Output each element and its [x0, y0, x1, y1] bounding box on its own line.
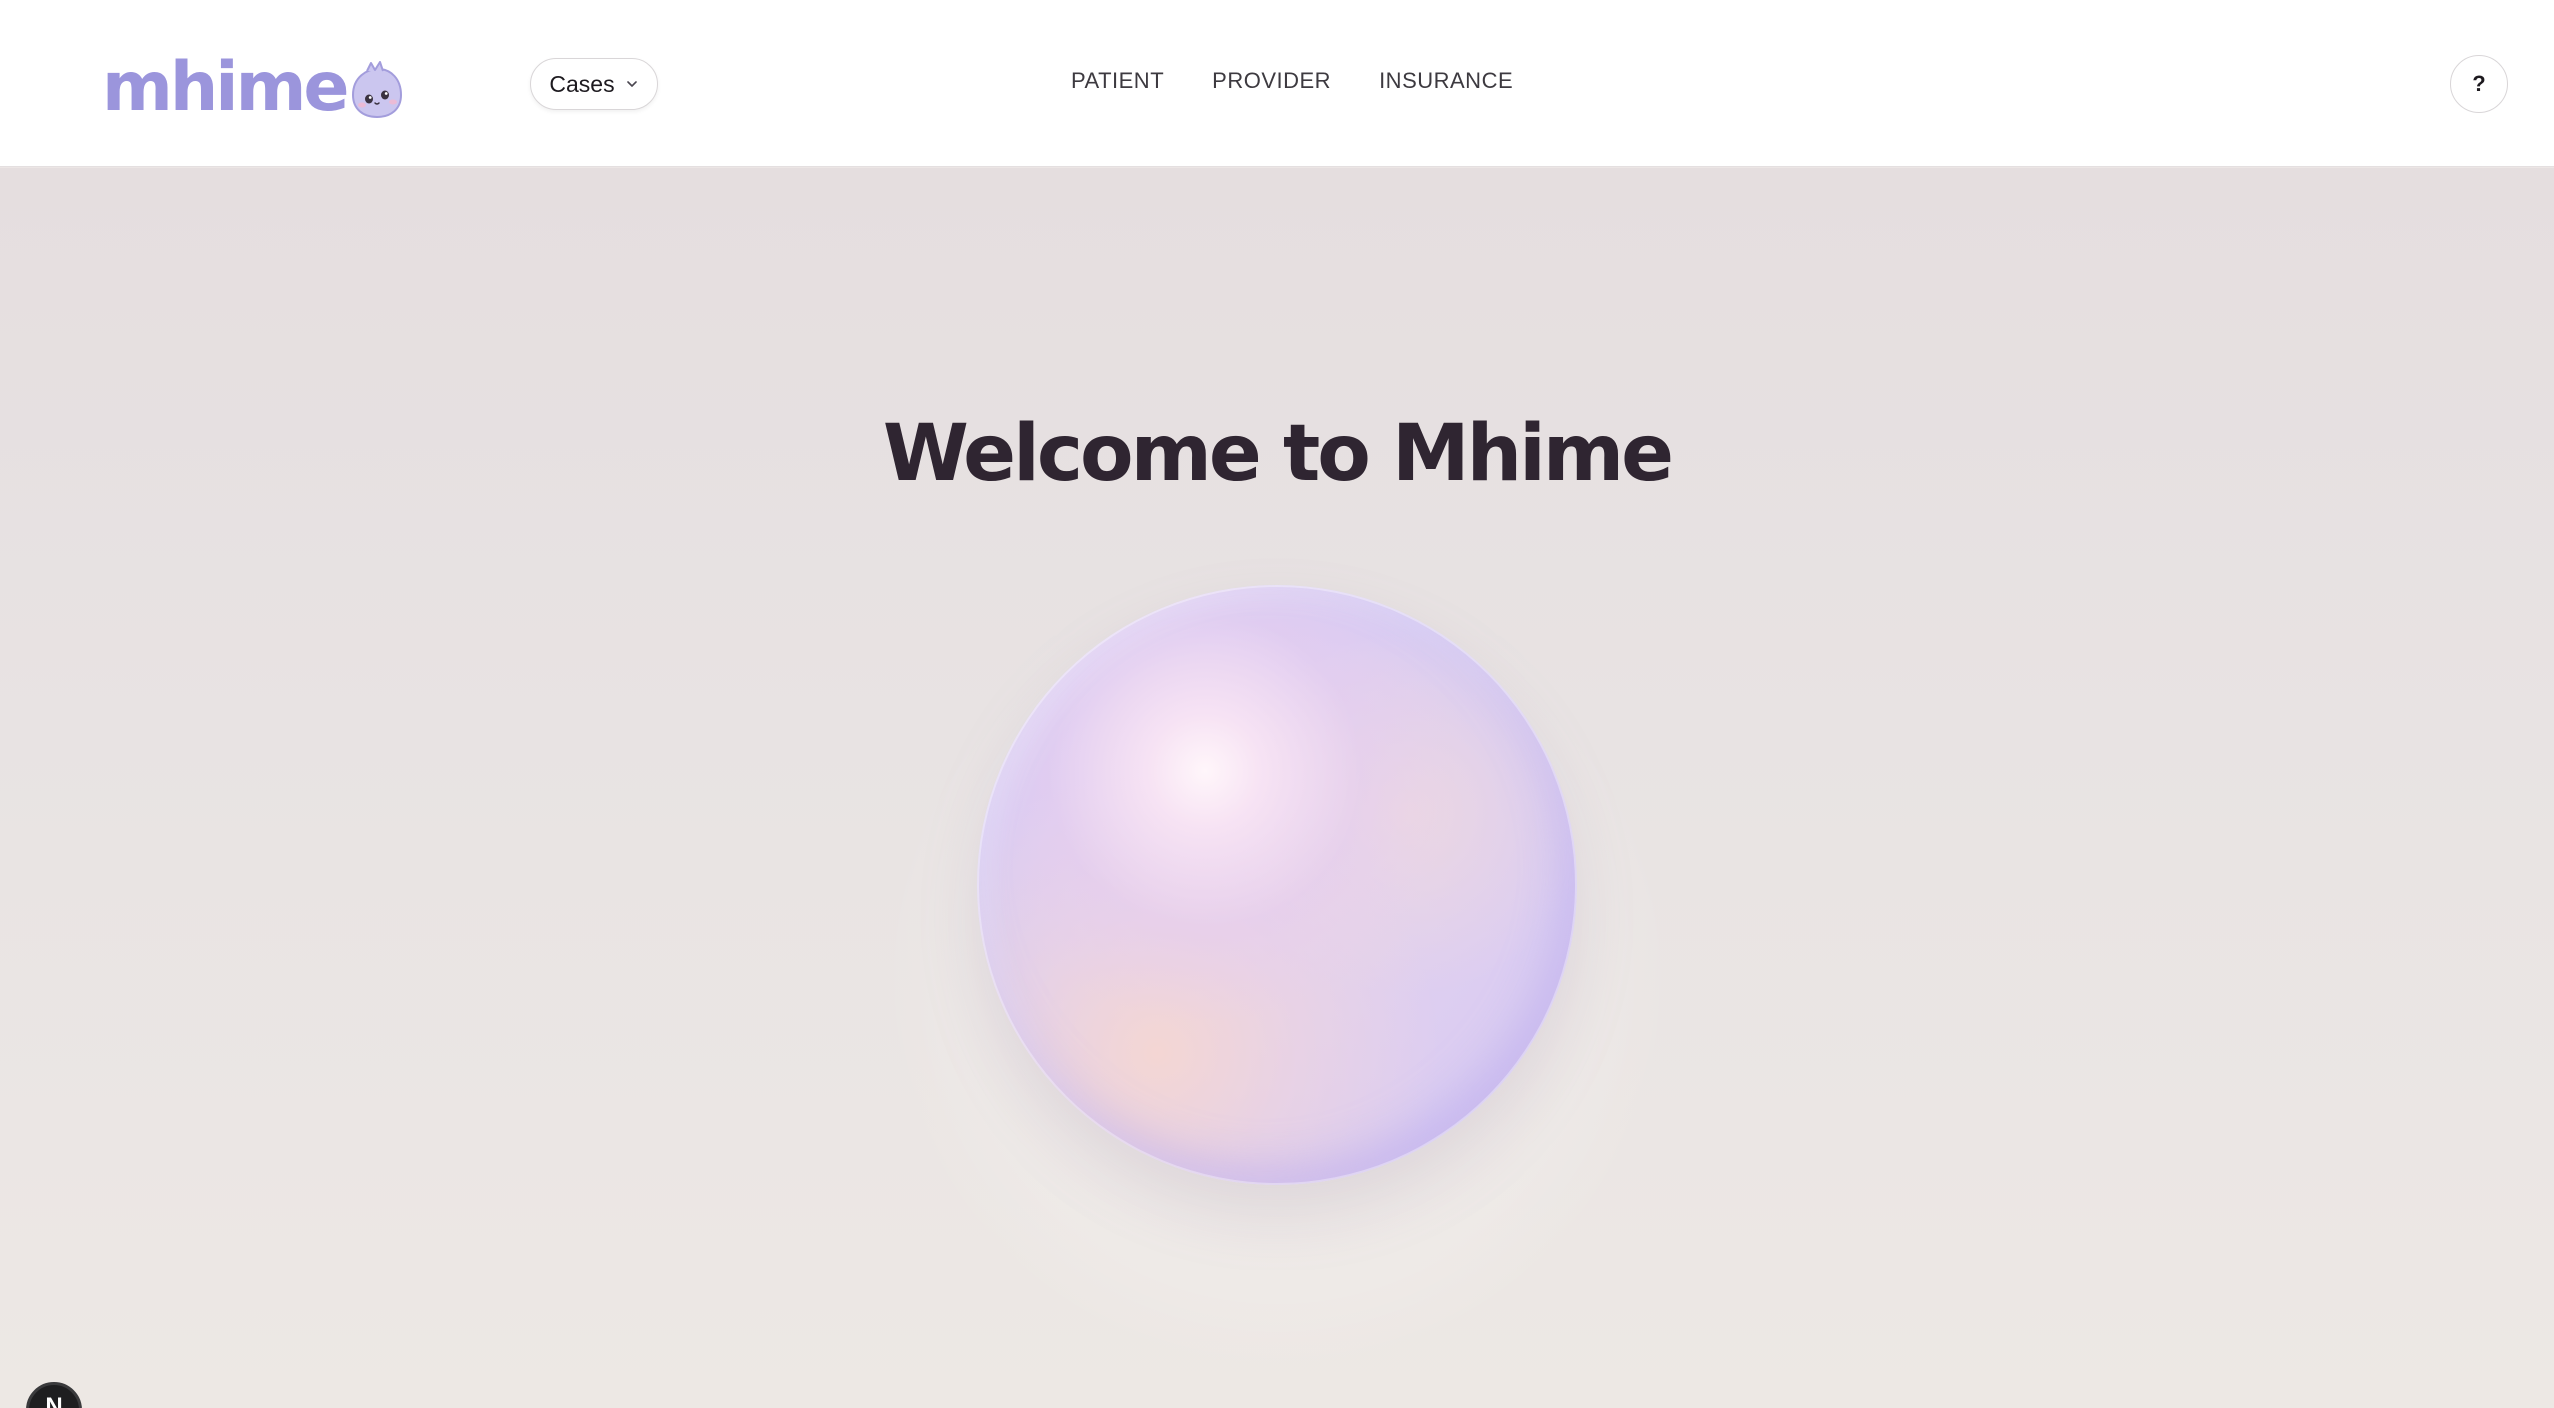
- logo-text: mhime: [102, 48, 350, 127]
- chevron-down-icon: [626, 81, 637, 87]
- nav-provider[interactable]: PROVIDER: [1212, 68, 1331, 94]
- mascot-icon: [351, 61, 402, 119]
- help-button[interactable]: ?: [2450, 55, 2508, 113]
- nav-patient[interactable]: PATIENT: [1071, 68, 1164, 94]
- nav-insurance[interactable]: INSURANCE: [1379, 68, 1513, 94]
- top-navbar: mhime Cases PATIENT PROVIDER INSURANCE ?: [0, 0, 2554, 167]
- page-title: Welcome to Mhime: [882, 409, 1674, 499]
- voice-orb[interactable]: [977, 585, 1577, 1185]
- main-nav: PATIENT PROVIDER INSURANCE: [1071, 68, 1513, 94]
- logo[interactable]: mhime: [102, 52, 405, 124]
- main-content: Welcome to Mhime: [0, 168, 2554, 1408]
- cases-dropdown[interactable]: Cases: [530, 58, 658, 110]
- cases-label: Cases: [549, 70, 615, 97]
